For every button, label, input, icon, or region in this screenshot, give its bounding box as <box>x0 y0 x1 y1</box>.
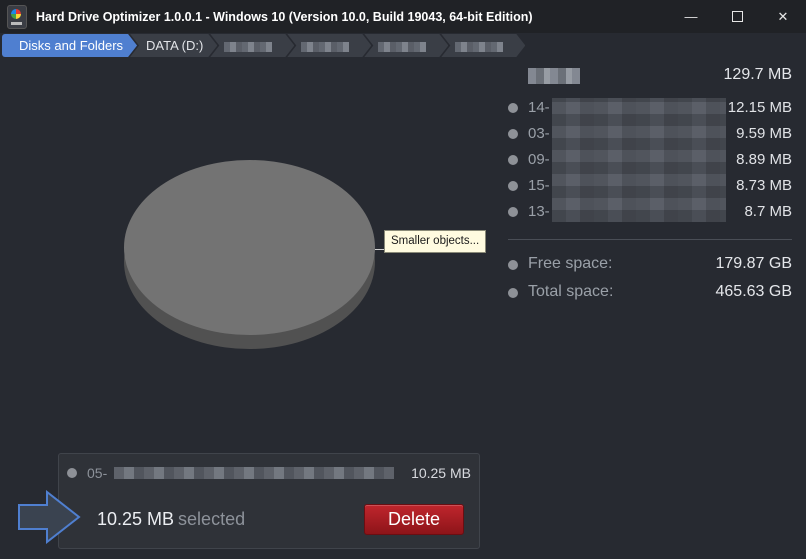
pie-chart[interactable] <box>120 158 382 353</box>
item-size: 12.15 MB <box>727 99 792 116</box>
bullet-icon <box>508 207 518 217</box>
item-size: 8.89 MB <box>736 151 792 168</box>
item-size: 9.59 MB <box>736 125 792 142</box>
redacted-item-name <box>114 467 394 479</box>
total-space-label: Total space: <box>528 283 614 300</box>
breadcrumb-folder-4[interactable] <box>441 34 525 57</box>
window-title: Hard Drive Optimizer 1.0.0.1 - Windows 1… <box>36 9 533 24</box>
total-space-row: Total space: 465.63 GB <box>508 281 792 305</box>
selected-word: selected <box>178 509 246 529</box>
delete-button[interactable]: Delete <box>364 504 464 535</box>
current-folder-size: 129.7 MB <box>723 66 792 83</box>
redacted-text <box>378 42 426 52</box>
selection-summary: 10.25 MB selected <box>97 509 245 530</box>
redacted-text <box>455 42 503 52</box>
total-space-value: 465.63 GB <box>715 283 793 300</box>
divider <box>508 239 792 240</box>
redacted-item-names <box>552 98 726 222</box>
bullet-icon <box>508 129 518 139</box>
close-button[interactable]: ✕ <box>760 0 806 33</box>
arrow-right-icon <box>18 490 81 544</box>
free-space-row: Free space: 179.87 GB <box>508 253 792 277</box>
selected-item-name: 05- <box>87 465 108 481</box>
bullet-icon <box>508 103 518 113</box>
bullet-icon <box>508 155 518 165</box>
item-name: 09- <box>528 151 550 168</box>
bullet-icon <box>508 260 518 270</box>
redacted-text <box>301 42 349 52</box>
breadcrumb-folder-1[interactable] <box>210 34 294 57</box>
item-name: 13- <box>528 203 550 220</box>
item-name: 03- <box>528 125 550 142</box>
bullet-icon <box>508 181 518 191</box>
selected-item-size: 10.25 MB <box>411 465 471 481</box>
minimize-button[interactable]: — <box>668 0 714 33</box>
item-name: 15- <box>528 177 550 194</box>
title-bar: Hard Drive Optimizer 1.0.0.1 - Windows 1… <box>0 0 806 33</box>
breadcrumb-folder-2[interactable] <box>287 34 371 57</box>
item-size: 8.7 MB <box>744 203 792 220</box>
bullet-icon <box>508 288 518 298</box>
app-logo-icon <box>7 4 27 29</box>
breadcrumb-folder-3[interactable] <box>364 34 448 57</box>
selection-panel: 05- 10.25 MB 10.25 MB selected Delete <box>58 453 480 549</box>
current-folder-total: 129.7 MB <box>528 64 792 88</box>
breadcrumb-drive[interactable]: DATA (D:) <box>130 34 217 57</box>
pie-slice-smaller-objects[interactable] <box>124 160 375 335</box>
chart-tooltip: Smaller objects... <box>384 230 487 253</box>
free-space-label: Free space: <box>528 255 613 272</box>
maximize-icon <box>731 11 743 22</box>
breadcrumb: Disks and Folders DATA (D:) <box>2 34 518 57</box>
window-controls: — ✕ <box>668 0 806 33</box>
item-size: 8.73 MB <box>736 177 792 194</box>
breadcrumb-disks-and-folders[interactable]: Disks and Folders <box>2 34 137 57</box>
maximize-button[interactable] <box>714 0 760 33</box>
redacted-text <box>224 42 272 52</box>
item-name: 14- <box>528 99 550 116</box>
selected-amount: 10.25 MB <box>97 509 175 529</box>
free-space-value: 179.87 GB <box>715 255 793 272</box>
bullet-icon <box>67 468 77 478</box>
redacted-folder-name <box>528 68 580 84</box>
